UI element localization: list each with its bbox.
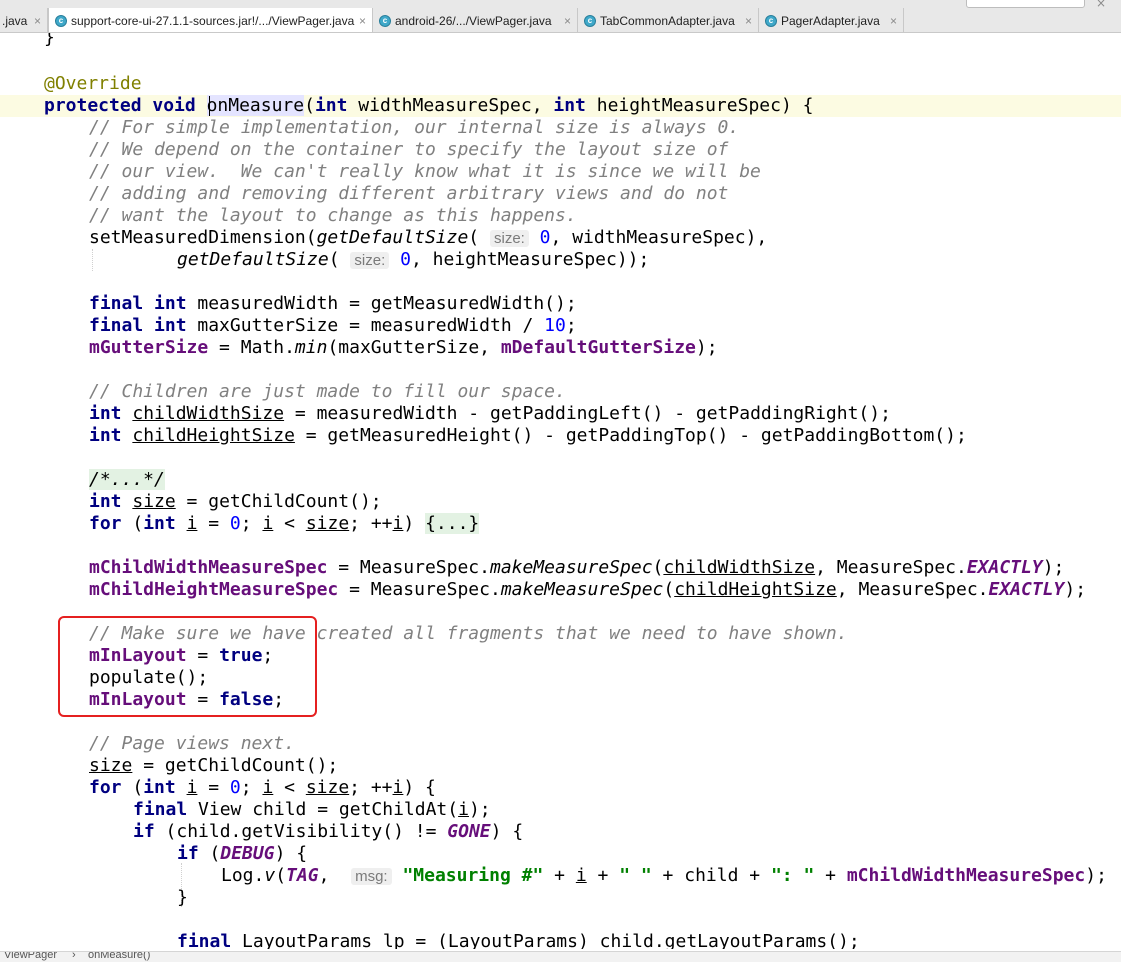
- code-line: final View child = getChildAt(i);: [133, 799, 491, 820]
- tab-label: support-core-ui-27.1.1-sources.jar!/.../…: [71, 13, 355, 28]
- breadcrumb: ViewPager › onMeasure(): [0, 951, 1121, 962]
- folded-comment[interactable]: /*...*/: [89, 469, 165, 490]
- code-line: Log.v(TAG, msg: "Measuring #" + i + " " …: [221, 865, 1107, 886]
- tab-viewpager-support[interactable]: c support-core-ui-27.1.1-sources.jar!/..…: [48, 8, 373, 32]
- java-class-icon: c: [584, 14, 596, 27]
- code-line: final int maxGutterSize = measuredWidth …: [89, 315, 577, 336]
- editor-tab-bar: .java × c support-core-ui-27.1.1-sources…: [0, 0, 1121, 33]
- close-icon[interactable]: ×: [359, 14, 366, 28]
- code-line: }: [44, 33, 55, 48]
- parameter-hint: size:: [350, 252, 390, 269]
- java-class-icon: c: [55, 14, 67, 27]
- tab-label: PagerAdapter.java: [781, 13, 880, 28]
- code-line: getDefaultSize( size: 0, heightMeasureSp…: [177, 249, 650, 270]
- parameter-hint: size:: [489, 230, 529, 247]
- highlight-annotation-box: [58, 616, 317, 717]
- code-line: int childWidthSize = measuredWidth - get…: [89, 403, 891, 424]
- code-line: for (int i = 0; i < size; ++i) {...}: [89, 513, 480, 534]
- code-line: }: [177, 887, 188, 908]
- code-line: /*...*/: [89, 469, 165, 491]
- code-line: mChildWidthMeasureSpec = MeasureSpec.mak…: [89, 557, 1065, 578]
- code-line: mChildHeightMeasureSpec = MeasureSpec.ma…: [89, 579, 1087, 600]
- code-line: // We depend on the container to specify…: [89, 139, 729, 160]
- code-line: if (child.getVisibility() != GONE) {: [133, 821, 524, 842]
- tab-tabcommonadapter[interactable]: c TabCommonAdapter.java ×: [578, 8, 759, 32]
- code-line: setMeasuredDimension(getDefaultSize( siz…: [89, 227, 768, 248]
- tab-partial-java[interactable]: .java ×: [0, 8, 48, 32]
- close-icon[interactable]: ×: [34, 14, 41, 28]
- code-line: @Override: [44, 73, 142, 95]
- breadcrumb-method[interactable]: onMeasure(): [88, 952, 150, 961]
- tab-label: .java: [2, 13, 28, 28]
- code-line: final int measuredWidth = getMeasuredWid…: [89, 293, 577, 314]
- code-line: int childHeightSize = getMeasuredHeight(…: [89, 425, 967, 446]
- close-icon[interactable]: ×: [745, 14, 752, 28]
- chevron-right-icon: ›: [72, 951, 76, 961]
- java-class-icon: c: [379, 14, 391, 27]
- tab-pageradapter[interactable]: c PagerAdapter.java ×: [759, 8, 904, 32]
- code-editor[interactable]: } @Override protected void onMeasure(int…: [0, 33, 1121, 949]
- close-icon[interactable]: ×: [564, 14, 571, 28]
- code-line: // Page views next.: [89, 733, 295, 754]
- search-input[interactable]: [966, 0, 1085, 8]
- code-line: if (DEBUG) {: [177, 843, 308, 864]
- parameter-hint: msg:: [351, 868, 392, 885]
- code-line: int size = getChildCount();: [89, 491, 382, 512]
- close-icon[interactable]: ×: [1096, 0, 1106, 10]
- annotation: @Override: [44, 73, 142, 94]
- text-caret: [209, 96, 210, 116]
- code-line: // our view. We can't really know what i…: [89, 161, 761, 182]
- code-line: size = getChildCount();: [89, 755, 339, 776]
- code-line: for (int i = 0; i < size; ++i) {: [89, 777, 436, 798]
- indent-guide: [92, 249, 93, 271]
- tab-viewpager-android[interactable]: c android-26/.../ViewPager.java ×: [373, 8, 578, 32]
- code-line: mGutterSize = Math.min(maxGutterSize, mD…: [89, 337, 718, 358]
- code-line: // Children are just made to fill our sp…: [89, 381, 566, 402]
- code-line-current: protected void onMeasure(int widthMeasur…: [0, 95, 1121, 117]
- breadcrumb-file[interactable]: ViewPager: [4, 952, 57, 961]
- tab-label: android-26/.../ViewPager.java: [395, 13, 552, 28]
- code-line: // For simple implementation, our intern…: [89, 117, 740, 138]
- folded-block[interactable]: {...}: [425, 513, 480, 534]
- method-name: onMeasure: [206, 95, 305, 116]
- code-line: final LayoutParams lp = (LayoutParams) c…: [177, 931, 860, 949]
- tab-label: TabCommonAdapter.java: [600, 13, 735, 28]
- code-line: // adding and removing different arbitra…: [89, 183, 729, 204]
- code-line: // want the layout to change as this hap…: [89, 205, 577, 226]
- java-class-icon: c: [765, 14, 777, 27]
- close-icon[interactable]: ×: [890, 14, 897, 28]
